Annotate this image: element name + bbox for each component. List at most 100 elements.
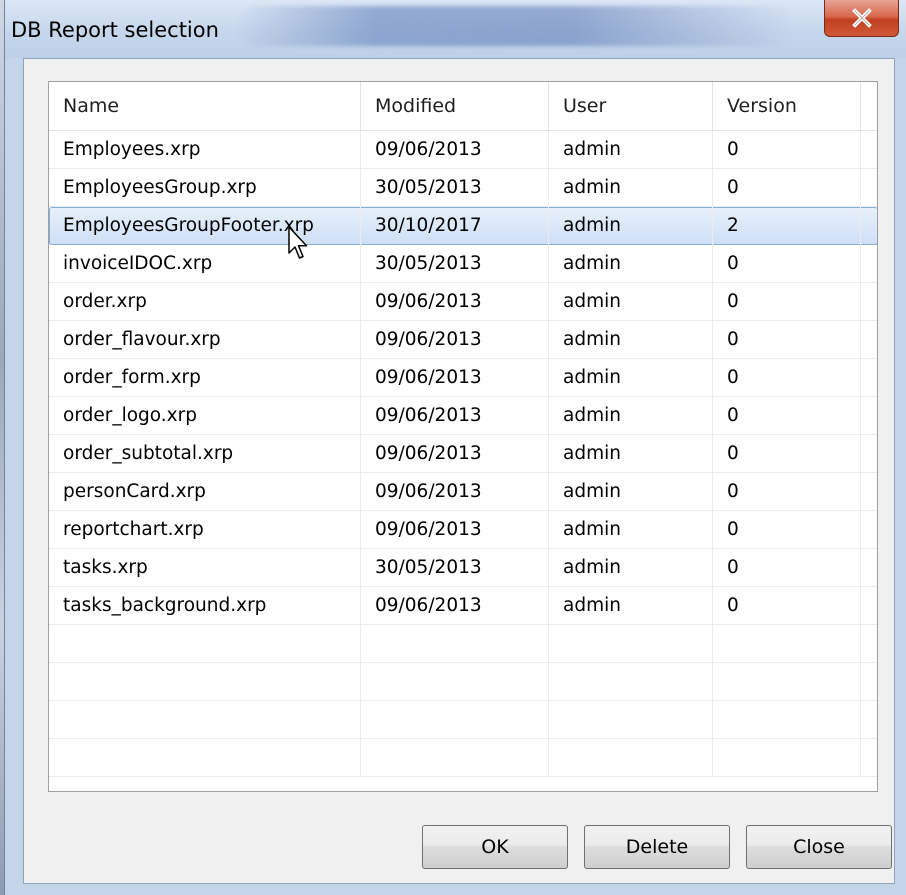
close-button[interactable]: Close — [746, 825, 892, 869]
table-row[interactable]: tasks_background.xrp 09/06/2013 admin 0 — [49, 587, 877, 625]
column-header-user[interactable]: User — [549, 82, 713, 130]
cell-version: 0 — [713, 321, 861, 359]
cell-name: tasks_background.xrp — [49, 587, 361, 625]
cell-user: admin — [549, 473, 713, 511]
table-row[interactable]: order_flavour.xrp 09/06/2013 admin 0 — [49, 321, 877, 359]
report-table[interactable]: Name Modified User Version Employees.xrp… — [48, 81, 878, 792]
empty-table-row — [49, 739, 877, 777]
cell-name: reportchart.xrp — [49, 511, 361, 549]
cell-modified: 09/06/2013 — [361, 397, 549, 435]
cell-filler — [861, 283, 877, 321]
cell-name: tasks.xrp — [49, 549, 361, 587]
table-row[interactable]: tasks.xrp 30/05/2013 admin 0 — [49, 549, 877, 587]
cell-version: 0 — [713, 549, 861, 587]
table-row[interactable]: order_form.xrp 09/06/2013 admin 0 — [49, 359, 877, 397]
empty-cell — [549, 739, 713, 777]
empty-cell — [49, 701, 361, 739]
empty-cell — [361, 701, 549, 739]
cell-filler — [861, 663, 877, 701]
cell-filler — [861, 359, 877, 397]
window-title: DB Report selection — [11, 18, 219, 42]
cell-version: 0 — [713, 511, 861, 549]
cell-filler — [861, 245, 877, 283]
cell-version: 0 — [713, 587, 861, 625]
cell-filler — [861, 397, 877, 435]
empty-cell — [713, 739, 861, 777]
empty-cell — [713, 663, 861, 701]
empty-cell — [361, 625, 549, 663]
cell-user: admin — [549, 321, 713, 359]
column-header-version[interactable]: Version — [713, 82, 861, 130]
empty-cell — [49, 625, 361, 663]
dialog-window: DB Report selection Name Modified User V… — [4, 0, 906, 895]
cell-filler — [861, 511, 877, 549]
title-bar[interactable]: DB Report selection — [5, 0, 906, 58]
cell-version: 0 — [713, 169, 861, 207]
cell-user: admin — [549, 207, 713, 245]
cell-version: 0 — [713, 397, 861, 435]
empty-cell — [713, 625, 861, 663]
cell-filler — [861, 435, 877, 473]
cell-user: admin — [549, 549, 713, 587]
cell-user: admin — [549, 511, 713, 549]
empty-cell — [549, 663, 713, 701]
cell-modified: 09/06/2013 — [361, 473, 549, 511]
table-row-selected[interactable]: EmployeesGroupFooter.xrp 30/10/2017 admin 2 — [49, 207, 877, 245]
empty-cell — [549, 625, 713, 663]
cell-modified: 09/06/2013 — [361, 435, 549, 473]
cell-name: EmployeesGroupFooter.xrp — [49, 207, 361, 245]
cell-modified: 30/05/2013 — [361, 169, 549, 207]
cell-filler — [861, 587, 877, 625]
table-row[interactable]: EmployeesGroup.xrp 30/05/2013 admin 0 — [49, 169, 877, 207]
cell-filler — [861, 625, 877, 663]
window-close-button[interactable] — [824, 0, 899, 37]
cell-version: 0 — [713, 283, 861, 321]
cell-name: order_form.xrp — [49, 359, 361, 397]
cell-user: admin — [549, 169, 713, 207]
table-row[interactable]: order.xrp 09/06/2013 admin 0 — [49, 283, 877, 321]
cell-name: EmployeesGroup.xrp — [49, 169, 361, 207]
cell-filler — [861, 321, 877, 359]
column-header-name[interactable]: Name — [49, 82, 361, 130]
cell-modified: 09/06/2013 — [361, 131, 549, 169]
cell-version: 0 — [713, 473, 861, 511]
empty-table-row — [49, 663, 877, 701]
table-row[interactable]: order_logo.xrp 09/06/2013 admin 0 — [49, 397, 877, 435]
empty-cell — [361, 663, 549, 701]
cell-user: admin — [549, 131, 713, 169]
cell-modified: 09/06/2013 — [361, 587, 549, 625]
table-row[interactable]: Employees.xrp 09/06/2013 admin 0 — [49, 131, 877, 169]
empty-cell — [713, 701, 861, 739]
column-header-modified[interactable]: Modified — [361, 82, 549, 130]
cell-version: 0 — [713, 435, 861, 473]
title-bar-glare — [235, 6, 795, 46]
cell-filler — [861, 701, 877, 739]
cell-name: invoiceIDOC.xrp — [49, 245, 361, 283]
table-body: Employees.xrp 09/06/2013 admin 0 EmployeesGr… — [49, 131, 877, 777]
dialog-content: Name Modified User Version Employees.xrp… — [23, 58, 895, 884]
cell-version: 0 — [713, 359, 861, 397]
empty-cell — [49, 739, 361, 777]
table-row[interactable]: order_subtotal.xrp 09/06/2013 admin 0 — [49, 435, 877, 473]
empty-table-row — [49, 625, 877, 663]
ok-button[interactable]: OK — [422, 825, 568, 869]
empty-cell — [549, 701, 713, 739]
table-row[interactable]: reportchart.xrp 09/06/2013 admin 0 — [49, 511, 877, 549]
table-row[interactable]: personCard.xrp 09/06/2013 admin 0 — [49, 473, 877, 511]
cell-user: admin — [549, 587, 713, 625]
delete-button[interactable]: Delete — [584, 825, 730, 869]
empty-cell — [361, 739, 549, 777]
cell-modified: 09/06/2013 — [361, 511, 549, 549]
cell-modified: 09/06/2013 — [361, 283, 549, 321]
table-row[interactable]: invoiceIDOC.xrp 30/05/2013 admin 0 — [49, 245, 877, 283]
cell-modified: 30/10/2017 — [361, 207, 549, 245]
cell-modified: 09/06/2013 — [361, 321, 549, 359]
cell-name: order_logo.xrp — [49, 397, 361, 435]
cell-user: admin — [549, 359, 713, 397]
cell-modified: 30/05/2013 — [361, 245, 549, 283]
cell-name: order.xrp — [49, 283, 361, 321]
empty-table-row — [49, 701, 877, 739]
close-x-icon — [851, 8, 872, 28]
cell-modified: 09/06/2013 — [361, 359, 549, 397]
empty-cell — [49, 663, 361, 701]
